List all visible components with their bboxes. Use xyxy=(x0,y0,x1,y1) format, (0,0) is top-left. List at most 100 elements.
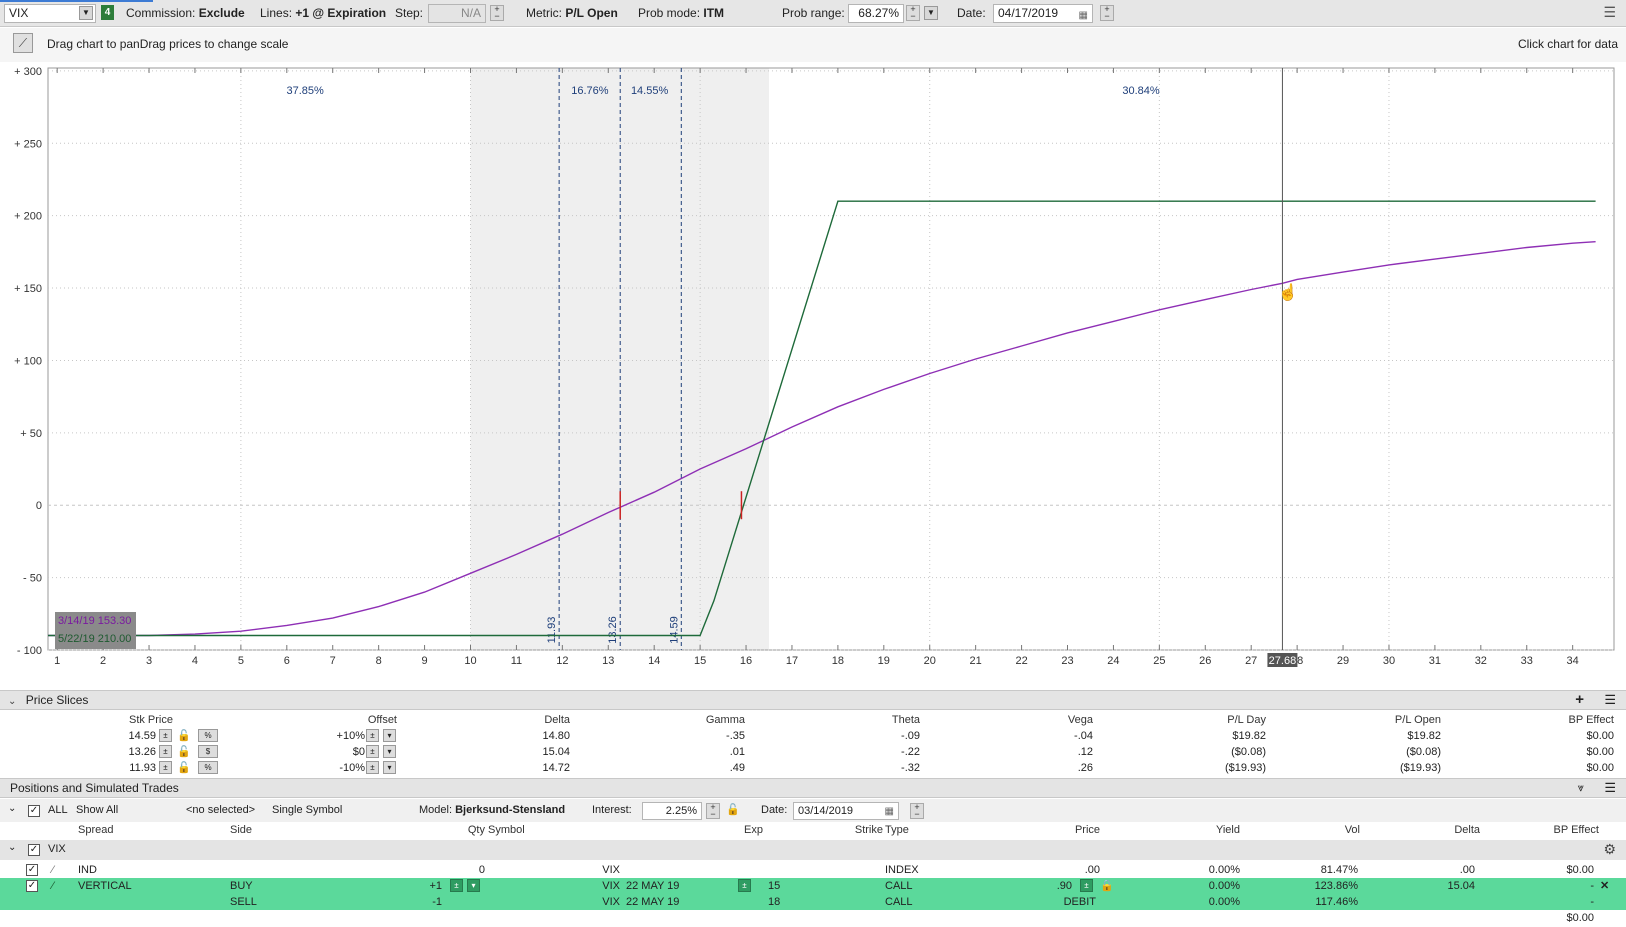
add-icon[interactable]: + xyxy=(1575,691,1584,709)
offset-mode[interactable]: % xyxy=(198,761,218,774)
position-group-header[interactable]: ⌄ ✓ VIX ⚙ xyxy=(0,840,1626,860)
prob-range-spinner[interactable]: + − xyxy=(906,5,920,21)
menu-icon[interactable]: ☰ xyxy=(1604,779,1616,797)
stepper-icon[interactable]: ± xyxy=(366,729,379,742)
pl-day: ($19.93) xyxy=(1225,762,1266,774)
chevron-down-icon[interactable]: ▾ xyxy=(383,745,396,758)
stepper-icon[interactable]: ± xyxy=(159,761,172,774)
chart-line-icon[interactable]: ⁄ xyxy=(52,878,54,894)
date-spinner[interactable]: + − xyxy=(1100,5,1114,21)
show-all-dropdown[interactable]: Show All xyxy=(76,804,118,816)
offset-mode[interactable]: $ xyxy=(198,745,218,758)
stepper-icon[interactable]: ± xyxy=(738,879,751,892)
chevron-down-icon[interactable]: ▼ xyxy=(924,6,938,20)
chevron-down-icon[interactable]: ▾ xyxy=(383,761,396,774)
gear-icon[interactable]: ⚙ xyxy=(1603,841,1616,858)
price-type[interactable]: DEBIT xyxy=(1030,894,1096,910)
symbol-mode-dropdown[interactable]: Single Symbol xyxy=(272,804,342,816)
interest-input[interactable]: 2.25% xyxy=(642,802,702,820)
chart-mode-icon[interactable]: ⟋ xyxy=(13,33,33,53)
calendar-icon[interactable]: ▦ xyxy=(885,804,894,820)
lock-icon[interactable]: 🔓 xyxy=(177,744,191,760)
delta: 14.80 xyxy=(542,730,570,742)
position-row-buy[interactable]: ✓ ⁄ VERTICAL BUY +1 ± ▾ VIX 22 MAY 19 ± … xyxy=(0,878,1626,894)
positions-date-input[interactable]: 03/14/2019 ▦ xyxy=(793,802,899,820)
chevron-down-icon[interactable]: ⌄ xyxy=(8,696,16,707)
offset-mode[interactable]: % xyxy=(198,729,218,742)
probability-label: 30.84% xyxy=(1122,85,1160,97)
commission-control[interactable]: Commission: Exclude xyxy=(126,5,245,21)
spread[interactable]: VERTICAL xyxy=(78,878,132,894)
stepper-icon[interactable]: ± xyxy=(366,745,379,758)
chevron-down-icon[interactable]: ⌄ xyxy=(8,842,16,853)
qty[interactable]: -1 xyxy=(400,894,442,910)
exp[interactable]: 22 MAY 19 xyxy=(626,894,679,910)
price-slice-row[interactable]: 11.93 ± 🔓 % -10% ± ▾ 14.72 .49 -.32 .26 … xyxy=(0,760,1626,776)
exp[interactable]: 22 MAY 19 xyxy=(626,878,679,894)
menu-icon[interactable]: ☰ xyxy=(1603,4,1616,21)
col-side: Side xyxy=(230,824,253,836)
prob-mode-label: Prob mode: xyxy=(638,6,701,20)
yield: 0.00% xyxy=(1208,880,1240,892)
qty[interactable]: +1 xyxy=(400,878,442,894)
step-input[interactable]: N/A xyxy=(428,4,486,23)
position-row-sell[interactable]: SELL -1 VIX 22 MAY 19 18 CALL DEBIT 0.00… xyxy=(0,894,1626,910)
prob-mode-control[interactable]: Prob mode: ITM xyxy=(638,5,724,21)
stepper-icon[interactable]: ± xyxy=(159,745,172,758)
row-checkbox[interactable]: ✓ xyxy=(26,864,38,876)
calendar-icon[interactable]: ▦ xyxy=(1079,7,1088,24)
lock-icon[interactable]: 🔒 xyxy=(1100,878,1114,894)
chevron-down-icon[interactable]: ▾ xyxy=(383,729,396,742)
stepper-icon[interactable]: ± xyxy=(1080,879,1093,892)
lock-icon[interactable]: 🔓 xyxy=(726,803,740,816)
y-tick-label: 0 xyxy=(36,500,42,512)
model-value: Bjerksund-Stensland xyxy=(455,804,566,816)
stepper-icon[interactable]: ± xyxy=(450,879,463,892)
prob-range-label: Prob range: xyxy=(782,6,845,20)
chevron-down-icon[interactable]: ▾ xyxy=(467,879,480,892)
bp-effect: $0.00 xyxy=(1586,746,1614,758)
pl-chart-svg[interactable]: + 300 + 250 + 200 + 150 + 100 + 50 0 - 50 - 100 1… xyxy=(0,62,1626,684)
select-all-checkbox[interactable]: ✓ xyxy=(28,805,40,817)
row-checkbox[interactable]: ✓ xyxy=(26,880,38,892)
qty: 0 xyxy=(478,864,485,876)
type[interactable]: CALL xyxy=(885,894,913,910)
side[interactable]: BUY xyxy=(230,878,253,894)
positions-date-label: Date: xyxy=(761,804,788,816)
menu-icon[interactable]: ☰ xyxy=(1604,691,1616,709)
price[interactable]: .90 xyxy=(1030,878,1072,894)
chart-line-icon[interactable]: ⁄ xyxy=(52,862,54,878)
filter-all[interactable]: ALL xyxy=(48,804,68,816)
price-slice-row[interactable]: 14.59 ± 🔓 % +10% ± ▾ 14.80 -.35 -.09 -.0… xyxy=(0,728,1626,744)
lock-icon[interactable]: 🔓 xyxy=(177,760,191,776)
metric-control[interactable]: Metric: P/L Open xyxy=(526,5,618,21)
strike[interactable]: 15 xyxy=(768,878,780,894)
date-input[interactable]: 04/17/2019 ▦ xyxy=(993,4,1093,23)
position-row-index[interactable]: ✓ ⁄ IND 0 VIX INDEX .00 0.00% 81.47% .00… xyxy=(0,862,1626,878)
strike[interactable]: 18 xyxy=(768,894,780,910)
price-slice-row[interactable]: 13.26 ± 🔓 $ $0 ± ▾ 15.04 .01 -.22 .12 ($… xyxy=(0,744,1626,760)
price-slices-header[interactable]: ⌄ Price Slices + ☰ xyxy=(0,690,1626,710)
col-offset: Offset xyxy=(367,714,397,726)
type[interactable]: CALL xyxy=(885,878,913,894)
positions-date-spinner[interactable]: + − xyxy=(910,803,924,819)
model-selector[interactable]: Model: Bjerksund-Stensland xyxy=(419,804,565,816)
collapse-icon[interactable]: ⩔ xyxy=(1578,779,1584,797)
lines-control[interactable]: Lines: +1 @ Expiration xyxy=(260,5,386,21)
group-checkbox[interactable]: ✓ xyxy=(28,844,40,856)
hand-cursor-icon: ☝ xyxy=(1278,282,1298,301)
stepper-icon[interactable]: ± xyxy=(366,761,379,774)
prob-range-input[interactable]: 68.27% xyxy=(848,4,904,23)
lock-icon[interactable]: 🔓 xyxy=(177,728,191,744)
symbol-selector[interactable]: VIX ▼ xyxy=(4,4,96,23)
chevron-down-icon[interactable]: ▼ xyxy=(79,6,93,20)
interest-spinner[interactable]: + − xyxy=(706,803,720,819)
step-spinner[interactable]: + − xyxy=(490,5,504,21)
selection-dropdown[interactable]: <no selected> xyxy=(186,804,255,816)
close-icon[interactable]: ✕ xyxy=(1600,878,1609,894)
side[interactable]: SELL xyxy=(230,894,257,910)
risk-profile-chart[interactable]: + 300 + 250 + 200 + 150 + 100 + 50 0 - 50 - 100 1… xyxy=(0,62,1626,684)
chevron-down-icon[interactable]: ⌄ xyxy=(8,803,16,814)
stepper-icon[interactable]: ± xyxy=(159,729,172,742)
positions-header[interactable]: Positions and Simulated Trades ⩔ ☰ xyxy=(0,778,1626,798)
